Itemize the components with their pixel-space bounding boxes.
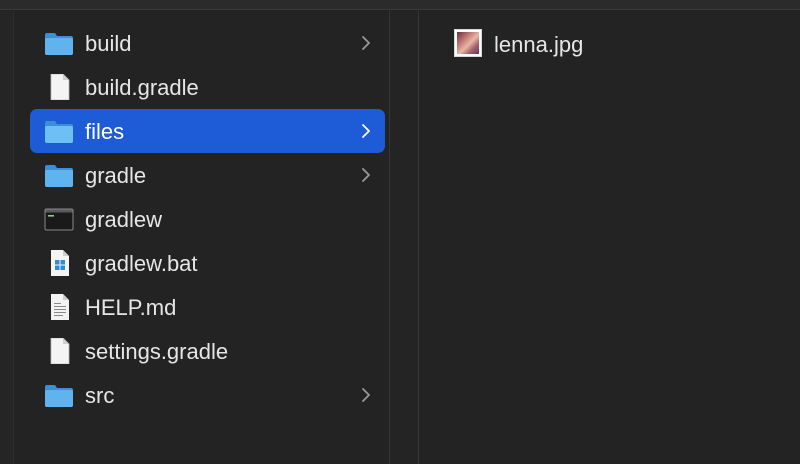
chevron-right-icon bbox=[362, 36, 370, 50]
folder-icon bbox=[45, 165, 73, 187]
image-thumbnail-icon bbox=[454, 29, 482, 57]
window-top-edge bbox=[0, 0, 800, 10]
folder-icon bbox=[45, 121, 73, 143]
item-label: gradlew bbox=[85, 207, 163, 232]
windows-document-icon bbox=[51, 250, 69, 276]
left-gutter bbox=[0, 11, 14, 464]
chevron-right-icon bbox=[362, 388, 370, 402]
list-item-lenna-jpg[interactable]: lenna.jpg bbox=[454, 27, 754, 67]
list-item-gradlew[interactable]: gradlew bbox=[30, 197, 385, 241]
item-label: lenna.jpg bbox=[494, 32, 584, 57]
list-item-src[interactable]: src bbox=[30, 373, 385, 417]
folder-icon bbox=[45, 385, 73, 407]
list-item-settings-gradle[interactable]: settings.gradle bbox=[30, 329, 385, 373]
document-icon bbox=[50, 74, 70, 100]
list-item-help-md[interactable]: HELP.md bbox=[30, 285, 385, 329]
list-item-gradlew-bat[interactable]: gradlew.bat bbox=[30, 241, 385, 285]
item-label: build.gradle bbox=[85, 75, 199, 100]
finder-window: build build.gradle files gradle gradlew … bbox=[0, 0, 800, 464]
terminal-icon bbox=[44, 208, 74, 231]
item-label: gradlew.bat bbox=[85, 251, 198, 276]
item-label: gradle bbox=[85, 163, 147, 188]
text-document-icon bbox=[51, 294, 69, 320]
item-label: build bbox=[85, 31, 132, 56]
chevron-right-icon bbox=[362, 168, 370, 182]
list-item-build[interactable]: build bbox=[30, 21, 385, 65]
browser-column-1[interactable]: build build.gradle files gradle gradlew … bbox=[15, 11, 390, 464]
column-resize-strip[interactable] bbox=[391, 11, 419, 464]
folder-icon bbox=[45, 33, 73, 55]
document-icon bbox=[50, 338, 70, 364]
browser-column-2[interactable]: lenna.jpg bbox=[420, 11, 800, 464]
list-item-gradle[interactable]: gradle bbox=[30, 153, 385, 197]
item-label: settings.gradle bbox=[85, 339, 229, 364]
item-label: HELP.md bbox=[85, 295, 177, 320]
item-label: files bbox=[85, 119, 125, 144]
item-label: src bbox=[85, 383, 115, 408]
chevron-right-icon bbox=[362, 124, 370, 138]
list-item-files[interactable]: files bbox=[30, 109, 385, 153]
list-item-build-gradle[interactable]: build.gradle bbox=[30, 65, 385, 109]
